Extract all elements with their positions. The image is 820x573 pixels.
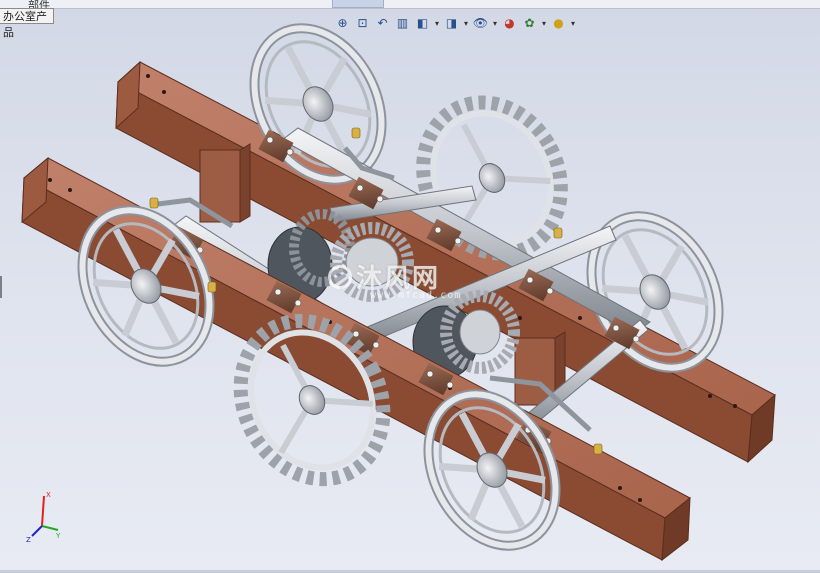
- triad-y-label: Y: [55, 532, 61, 540]
- watermark-url: www.mfcad.com: [370, 290, 462, 301]
- component-tab-label[interactable]: 办公室产品: [0, 8, 54, 39]
- triad-x-axis: [41, 495, 45, 527]
- section-view-icon[interactable]: ▥: [394, 15, 411, 32]
- triad-z-label: Z: [26, 536, 31, 543]
- triad-z-axis: [31, 525, 43, 537]
- view-settings-icon[interactable]: ●: [550, 15, 567, 32]
- reference-triad: X Y Z: [26, 491, 61, 543]
- previous-view-icon[interactable]: ↶: [374, 15, 391, 32]
- top-tab-strip: 部件: [0, 0, 820, 12]
- active-tab-indicator[interactable]: [332, 0, 384, 8]
- display-style-dropdown[interactable]: ▾: [463, 15, 469, 32]
- hide-show-dropdown[interactable]: ▾: [492, 15, 498, 32]
- triad-y-axis: [41, 525, 59, 531]
- triad-x-label: X: [46, 491, 51, 499]
- graphics-viewport[interactable]: 沐风网 www.mfcad.com 部件 办公室产品 ⊕ ⊡ ↶ ▥ ◧ ▾ ◨…: [0, 0, 820, 573]
- zoom-to-fit-icon[interactable]: ⊕: [334, 15, 351, 32]
- apply-scene-icon[interactable]: ✿: [521, 15, 538, 32]
- view-orientation-icon[interactable]: ◧: [414, 15, 431, 32]
- edit-appearance-icon[interactable]: ◕: [501, 15, 518, 32]
- watermark-logo-icon: [328, 264, 352, 289]
- zoom-area-icon[interactable]: ⊡: [354, 15, 371, 32]
- display-style-icon[interactable]: ◨: [443, 15, 460, 32]
- view-orientation-dropdown[interactable]: ▾: [434, 15, 440, 32]
- left-panel-splitter[interactable]: [0, 276, 2, 298]
- apply-scene-dropdown[interactable]: ▾: [541, 15, 547, 32]
- hide-show-items-icon[interactable]: 👁: [472, 15, 489, 32]
- view-settings-dropdown[interactable]: ▾: [570, 15, 576, 32]
- heads-up-view-toolbar: ⊕ ⊡ ↶ ▥ ◧ ▾ ◨ ▾ 👁 ▾ ◕ ✿ ▾ ● ▾: [334, 12, 576, 34]
